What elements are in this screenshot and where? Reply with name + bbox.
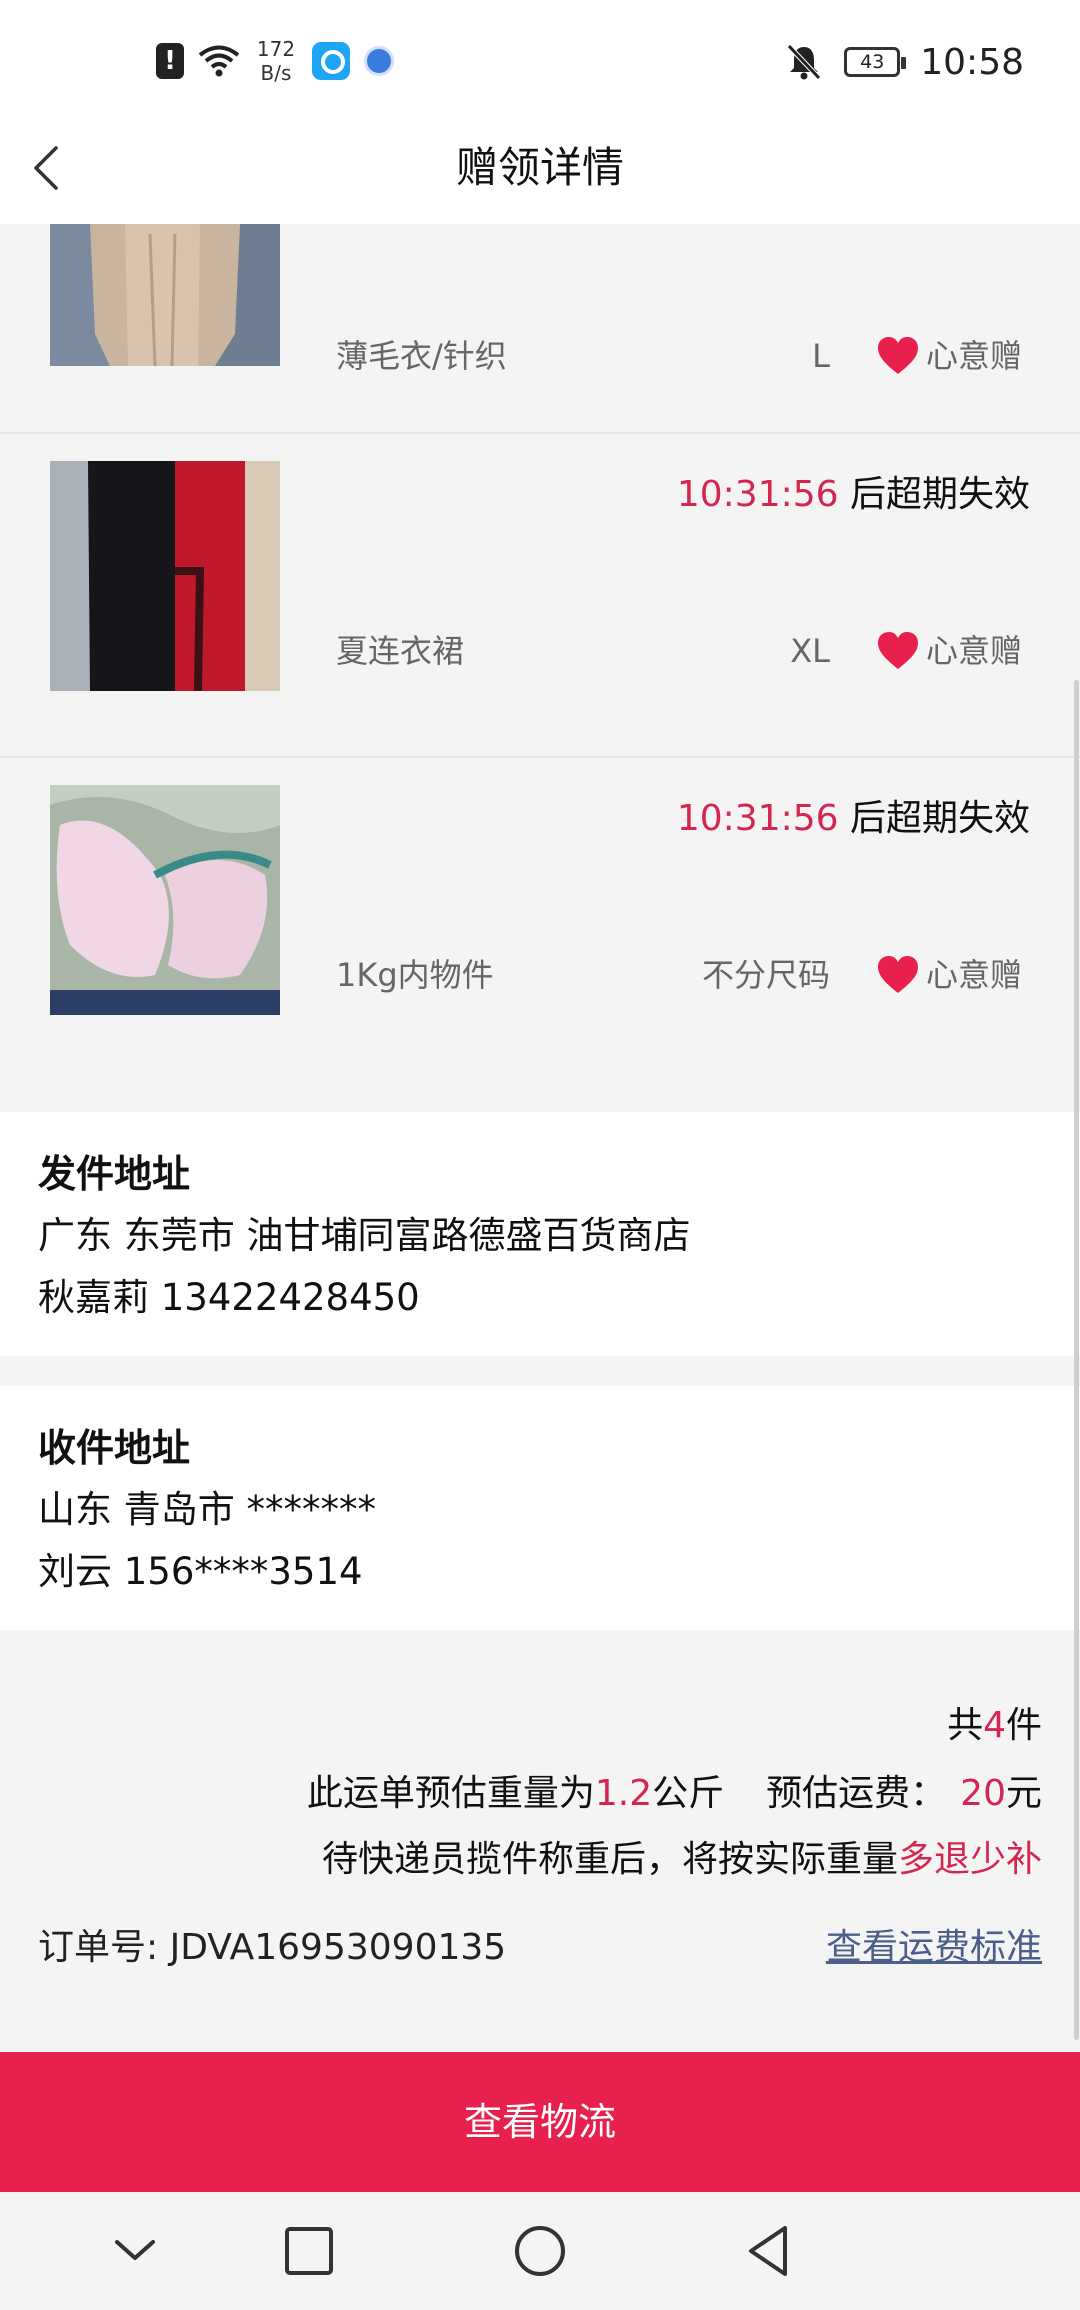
sender-title: 发件地址 [38, 1152, 191, 1196]
expiry-countdown: 10:31:56 后超期失效 [677, 795, 1030, 843]
note-highlight: 多退少补 [897, 1839, 1042, 1880]
view-logistics-button[interactable]: 查看物流 [0, 2052, 1080, 2192]
page-title: 赠领详情 [455, 143, 624, 192]
weight-value: 1.2 [594, 1773, 653, 1814]
sender-contact: 秋嘉莉 13422428450 [38, 1276, 420, 1319]
countdown-time: 10:31:56 [676, 474, 839, 515]
wifi-icon [198, 45, 240, 77]
gift-label: 心意赠 [925, 632, 1022, 670]
status-left: 172 B/s [156, 32, 394, 90]
sender-address: 广东 东莞市 油甘埔同富路德盛百货商店 [38, 1214, 691, 1257]
status-right: 43 10:58 [784, 32, 1024, 92]
item-total: 共4件 [947, 1700, 1042, 1752]
fee-prefix: 预估运费： [766, 1773, 947, 1814]
gift-label: 心意赠 [925, 337, 1022, 375]
receiver-address: 山东 青岛市 ******* [38, 1488, 377, 1531]
network-speed: 172 B/s [254, 37, 298, 85]
weight-prefix: 此运单预估重量为 [306, 1773, 595, 1814]
gift-tag: 心意赠 [876, 629, 1022, 673]
item-size: XL [790, 632, 830, 670]
expiry-countdown: 10:31:56 后超期失效 [677, 471, 1030, 519]
recent-apps-icon[interactable] [274, 2218, 344, 2284]
item-category: 薄毛衣/针织 [336, 337, 507, 375]
battery-icon: 43 [844, 47, 907, 77]
scrollbar[interactable] [1074, 680, 1079, 2040]
battery-level: 43 [860, 51, 885, 73]
countdown-text: 后超期失效 [838, 798, 1030, 839]
fee-unit: 元 [1005, 1773, 1042, 1814]
item-category: 夏连衣裙 [336, 632, 465, 670]
item-image [50, 785, 280, 1015]
bell-muted-icon [787, 44, 822, 80]
item-image [50, 224, 280, 366]
item-size: L [812, 337, 830, 375]
clock: 10:58 [920, 41, 1024, 83]
gift-tag: 心意赠 [876, 953, 1022, 997]
chevron-down-icon[interactable] [100, 2218, 170, 2284]
alert-icon [156, 43, 184, 79]
total-suffix: 件 [1005, 1705, 1042, 1746]
heart-icon [877, 956, 918, 993]
status-bar: 172 B/s 43 10:58 [0, 0, 1080, 112]
fee-value: 20 [960, 1773, 1006, 1814]
weight-note: 待快递员揽件称重后，将按实际重量多退少补 [322, 1834, 1042, 1886]
list-item[interactable]: 10:31:56 后超期失效 夏连衣裙 XL 心意赠 [0, 435, 1080, 758]
app-header: 赠领详情 [0, 112, 1080, 224]
search-app-icon [312, 42, 350, 80]
receiver-title: 收件地址 [38, 1426, 191, 1470]
receiver-contact: 刘云 156****3514 [38, 1550, 363, 1593]
total-count: 4 [983, 1705, 1006, 1746]
order-number: 订单号: JDVA16953090135 [38, 1922, 506, 1974]
order-label: 订单号: [38, 1927, 159, 1968]
total-prefix: 共 [947, 1705, 984, 1746]
list-item[interactable]: 薄毛衣/针织 L 心意赠 [0, 224, 1080, 434]
speed-value: 172 [256, 37, 296, 61]
item-image [50, 461, 280, 691]
weight-fee-line: 此运单预估重量为1.2公斤 预估运费： 20元 [307, 1768, 1042, 1820]
item-size: 不分尺码 [701, 956, 830, 994]
speed-unit: B/s [260, 61, 292, 85]
fee-standard-link[interactable]: 查看运费标准 [826, 1922, 1042, 1974]
item-category: 1Kg内物件 [336, 956, 494, 994]
home-icon[interactable] [505, 2218, 575, 2284]
browser-app-icon [364, 46, 394, 76]
heart-icon [877, 632, 918, 669]
list-item[interactable]: 10:31:56 后超期失效 1Kg内物件 不分尺码 心意赠 [0, 759, 1080, 1109]
order-value: JDVA16953090135 [169, 1927, 507, 1968]
gift-tag: 心意赠 [876, 334, 1022, 378]
note-prefix: 待快递员揽件称重后，将按实际重量 [321, 1839, 898, 1880]
countdown-text: 后超期失效 [838, 474, 1030, 515]
system-nav-bar [0, 2192, 1080, 2310]
weight-unit: 公斤 [652, 1773, 725, 1814]
receiver-address-card: 收件地址 山东 青岛市 ******* 刘云 156****3514 [0, 1386, 1080, 1630]
sender-address-card: 发件地址 广东 东莞市 油甘埔同富路德盛百货商店 秋嘉莉 13422428450 [0, 1112, 1080, 1356]
heart-icon [877, 337, 918, 374]
back-nav-icon[interactable] [735, 2218, 805, 2284]
countdown-time: 10:31:56 [676, 798, 839, 839]
gift-label: 心意赠 [925, 956, 1022, 994]
